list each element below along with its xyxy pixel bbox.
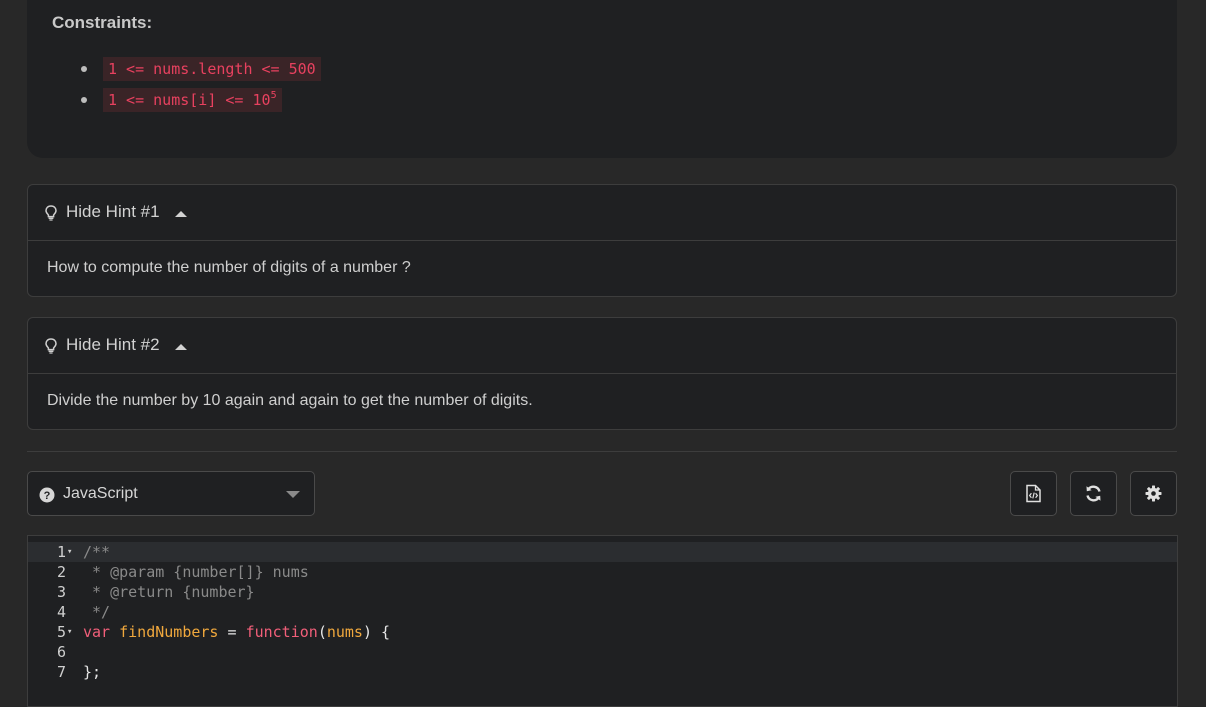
line-number: 1 bbox=[56, 543, 66, 561]
line-number: 5 bbox=[56, 623, 66, 641]
section-divider bbox=[27, 451, 1177, 452]
hint-body-1: How to compute the number of digits of a… bbox=[28, 241, 1176, 296]
reset-code-button[interactable] bbox=[1070, 471, 1117, 516]
paren-token: ) { bbox=[362, 623, 391, 641]
code-text: }; bbox=[83, 663, 102, 681]
constraint-code: 1 <= nums.length <= 500 bbox=[103, 57, 321, 81]
constraint-code: 1 <= nums[i] <= 105 bbox=[103, 88, 282, 112]
code-line: 6 bbox=[28, 642, 1177, 662]
code-text: */ bbox=[83, 603, 111, 621]
operator-token: = bbox=[218, 623, 246, 641]
caret-up-icon bbox=[175, 344, 187, 350]
hint-label: Hide Hint #1 bbox=[66, 202, 160, 221]
code-text: /** bbox=[83, 543, 111, 561]
code-text: * @return {number} bbox=[83, 583, 255, 601]
hint-card-1: Hide Hint #1 How to compute the number o… bbox=[27, 184, 1177, 297]
code-line: 2 * @param {number[]} nums bbox=[28, 562, 1177, 582]
line-number: 7 bbox=[56, 663, 66, 681]
hint-body-2: Divide the number by 10 again and again … bbox=[28, 374, 1176, 429]
line-number: 6 bbox=[56, 643, 66, 661]
line-number: 4 bbox=[56, 603, 66, 621]
keyword-token: var bbox=[83, 623, 111, 641]
line-number: 2 bbox=[56, 563, 66, 581]
file-code-icon bbox=[1026, 484, 1041, 503]
question-circle-icon: ? bbox=[39, 487, 55, 503]
language-label: JavaScript bbox=[63, 485, 138, 502]
hint-card-2: Hide Hint #2 Divide the number by 10 aga… bbox=[27, 317, 1177, 430]
param-token: nums bbox=[326, 623, 363, 641]
code-text: var findNumbers = function(nums) { bbox=[83, 622, 390, 642]
lightbulb-icon bbox=[45, 205, 57, 221]
hint-toggle-1[interactable]: Hide Hint #1 bbox=[28, 185, 1176, 241]
hint-text: Divide the number by 10 again and again … bbox=[47, 392, 533, 409]
fold-toggle-icon[interactable]: ▾ bbox=[67, 542, 72, 562]
hint-text: How to compute the number of digits of a… bbox=[47, 259, 411, 276]
code-line: 3 * @return {number} bbox=[28, 582, 1177, 602]
gear-icon bbox=[1145, 485, 1162, 502]
settings-button[interactable] bbox=[1130, 471, 1177, 516]
hint-label: Hide Hint #2 bbox=[66, 335, 160, 354]
bullet-dot bbox=[81, 66, 87, 72]
code-line: 5 ▾ var findNumbers = function(nums) { bbox=[28, 622, 1177, 642]
function-name-token: findNumbers bbox=[119, 623, 219, 641]
lightbulb-icon bbox=[45, 338, 57, 354]
caret-up-icon bbox=[175, 211, 187, 217]
chevron-down-icon bbox=[286, 491, 300, 498]
constraints-title: Constraints: bbox=[52, 13, 153, 32]
paren-token: ( bbox=[317, 623, 327, 641]
keyword-token: function bbox=[245, 623, 318, 641]
line-number: 3 bbox=[56, 583, 66, 601]
code-text: * @param {number[]} nums bbox=[83, 563, 309, 581]
constraints-section: Constraints: 1 <= nums.length <= 500 1 <… bbox=[27, 0, 1177, 158]
fold-toggle-icon[interactable]: ▾ bbox=[67, 622, 72, 642]
svg-text:?: ? bbox=[44, 490, 51, 502]
exponent: 5 bbox=[270, 90, 277, 101]
refresh-icon bbox=[1086, 485, 1101, 502]
code-line: 4 */ bbox=[28, 602, 1177, 622]
language-select[interactable]: ? JavaScript bbox=[27, 471, 315, 516]
code-line: 1 ▾ /** bbox=[28, 542, 1177, 562]
file-code-button[interactable] bbox=[1010, 471, 1057, 516]
bullet-dot bbox=[81, 97, 87, 103]
hint-toggle-2[interactable]: Hide Hint #2 bbox=[28, 318, 1176, 374]
code-line: 7 }; bbox=[28, 662, 1177, 682]
code-editor[interactable]: 1 ▾ /** 2 * @param {number[]} nums 3 * @… bbox=[27, 535, 1178, 707]
